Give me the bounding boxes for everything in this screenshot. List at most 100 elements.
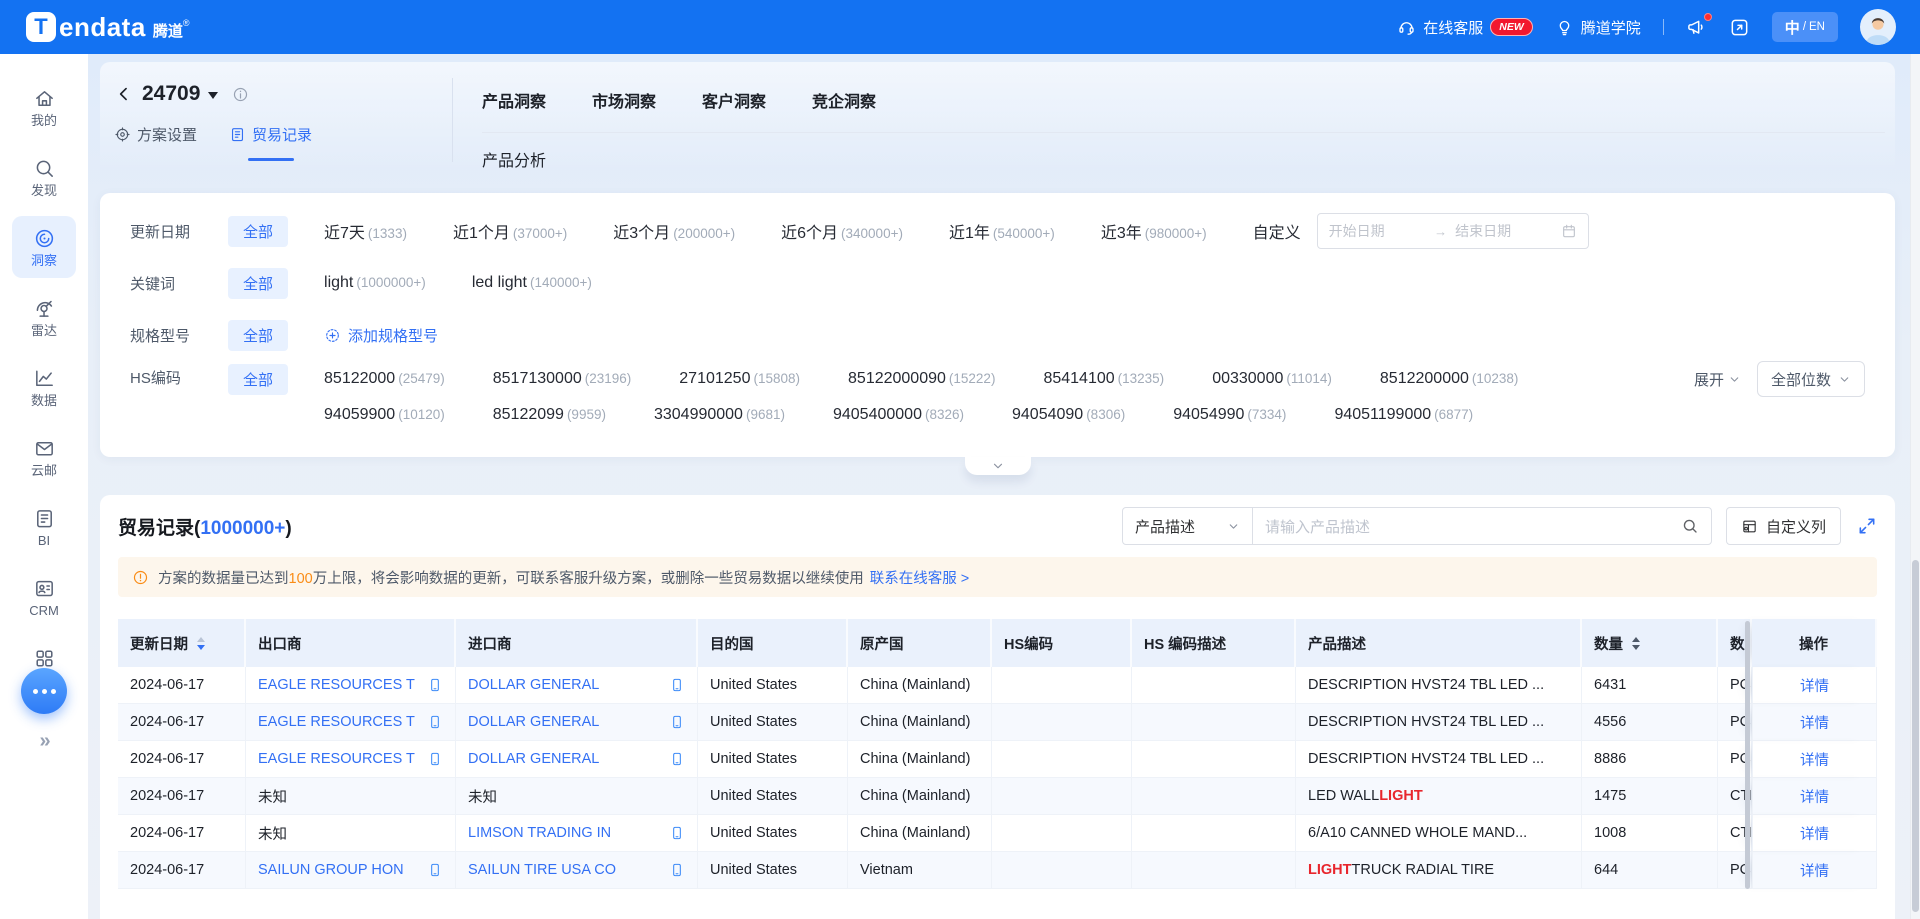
chat-bubble-button[interactable]	[21, 668, 67, 714]
table-scrollbar[interactable]	[1745, 621, 1750, 889]
update-date-option-2[interactable]: 近1个月(37000+)	[453, 219, 567, 243]
cell-importer-link[interactable]: DOLLAR GENERAL	[468, 677, 599, 693]
column-header-1[interactable]: 更新日期	[118, 619, 246, 667]
chevron-down-icon	[1728, 373, 1741, 386]
detail-link[interactable]: 详情	[1800, 786, 1829, 807]
hs-code-option-4[interactable]: 85122000090(15222)	[848, 370, 995, 388]
cell-exporter-link[interactable]: EAGLE RESOURCES T	[258, 751, 415, 767]
cell-date: 2024-06-17	[118, 667, 246, 704]
cell-origin: China (Mainland)	[848, 704, 992, 741]
announcements-button[interactable]	[1686, 17, 1707, 38]
detail-link[interactable]: 详情	[1800, 712, 1829, 733]
custom-columns-button[interactable]: 自定义列	[1726, 507, 1841, 545]
hs-code-option-3[interactable]: 27101250(15808)	[679, 370, 800, 388]
fullscreen-button[interactable]	[1729, 17, 1750, 38]
cell-importer-link[interactable]: DOLLAR GENERAL	[468, 714, 599, 730]
tab-product-analysis[interactable]: 产品分析	[482, 133, 546, 171]
keyword-option-1[interactable]: light(1000000+)	[324, 274, 426, 292]
hs-code-option-7[interactable]: 8512200000(10238)	[1380, 370, 1519, 388]
column-header-11: 操作	[1752, 619, 1877, 667]
search-type-select[interactable]: 产品描述	[1123, 508, 1253, 544]
cell-destination: United States	[698, 667, 848, 704]
hs-code-option-b-7[interactable]: 94051199000(6877)	[1334, 406, 1473, 424]
sidebar-item-crm[interactable]: CRM	[12, 566, 76, 628]
back-button[interactable]	[114, 84, 134, 104]
filter-panel: 更新日期 全部 近7天(1333)近1个月(37000+)近3个月(200000…	[100, 193, 1895, 457]
hs-all-chip[interactable]: 全部	[228, 364, 288, 395]
tab-product-insight[interactable]: 产品洞察	[482, 88, 546, 112]
language-switch[interactable]: 中 / EN	[1772, 12, 1838, 42]
contact-phone-icon	[427, 751, 443, 767]
hs-code-option-b-5[interactable]: 94054090(8306)	[1012, 406, 1125, 424]
cell-importer-link[interactable]: LIMSON TRADING IN	[468, 825, 611, 841]
end-date-placeholder: 结束日期	[1455, 221, 1553, 241]
tab-competitor-insight[interactable]: 竞企洞察	[812, 88, 876, 112]
search-icon[interactable]	[1681, 517, 1699, 535]
detail-link[interactable]: 详情	[1800, 675, 1829, 696]
digits-select[interactable]: 全部位数	[1757, 361, 1865, 397]
tab-market-insight[interactable]: 市场洞察	[592, 88, 656, 112]
date-range-input[interactable]: 开始日期 → 结束日期	[1317, 213, 1589, 249]
sort-control[interactable]	[1632, 637, 1640, 650]
hs-code-option-5[interactable]: 85414100(13235)	[1043, 370, 1164, 388]
scrollbar-thumb[interactable]	[1912, 560, 1919, 912]
hs-code-option-2[interactable]: 8517130000(23196)	[493, 370, 632, 388]
update-date-option-6[interactable]: 近3年(980000+)	[1101, 219, 1207, 243]
avatar[interactable]	[1860, 9, 1896, 45]
subtab-trade-records[interactable]: 贸易记录	[229, 124, 312, 161]
academy-button[interactable]: 腾道学院	[1555, 17, 1641, 38]
detail-link[interactable]: 详情	[1800, 823, 1829, 844]
keyword-option-2[interactable]: led light(140000+)	[472, 274, 592, 292]
update-date-option-3[interactable]: 近3个月(200000+)	[613, 219, 735, 243]
hs-code-option-1[interactable]: 85122000(25479)	[324, 370, 445, 388]
collapse-filters-button[interactable]	[965, 457, 1031, 475]
hs-code-option-b-6[interactable]: 94054990(7334)	[1173, 406, 1286, 424]
expand-table-button[interactable]	[1857, 516, 1877, 536]
update-date-all-chip[interactable]: 全部	[228, 216, 288, 247]
keyword-all-chip[interactable]: 全部	[228, 268, 288, 299]
sidebar-item-insight[interactable]: 洞察	[12, 216, 76, 278]
plan-title[interactable]: 24709	[142, 82, 200, 106]
hs-code-option-b-4[interactable]: 9405400000(8326)	[833, 406, 964, 424]
contact-service-link[interactable]: 联系在线客服 >	[870, 567, 970, 588]
sidebar-item-cloudmail[interactable]: 云邮	[12, 426, 76, 488]
hs-code-option-b-1[interactable]: 94059900(10120)	[324, 406, 445, 424]
cell-hs-code	[992, 778, 1132, 815]
sidebar-item-radar[interactable]: 雷达	[12, 286, 76, 348]
cell-hs-desc	[1132, 741, 1296, 778]
update-date-option-1[interactable]: 近7天(1333)	[324, 219, 407, 243]
tab-customer-insight[interactable]: 客户洞察	[702, 88, 766, 112]
brand-logo[interactable]: T endata 腾道 ®	[26, 12, 189, 43]
add-spec-button[interactable]: 添加规格型号	[324, 325, 438, 346]
info-icon[interactable]	[232, 86, 249, 103]
sort-control[interactable]	[197, 637, 205, 650]
cell-importer-link[interactable]: DOLLAR GENERAL	[468, 751, 599, 767]
sidebar-item-data[interactable]: 数据	[12, 356, 76, 418]
chevron-down-icon[interactable]	[208, 92, 218, 104]
sidebar-collapse-button[interactable]: »	[0, 730, 88, 753]
detail-link[interactable]: 详情	[1800, 860, 1829, 881]
sidebar-item-mine[interactable]: 我的	[12, 76, 76, 138]
quota-highlight: 100	[289, 571, 313, 587]
custom-date-option[interactable]: 自定义	[1253, 219, 1301, 243]
hs-code-option-6[interactable]: 00330000(11014)	[1212, 370, 1332, 388]
sidebar-item-discover[interactable]: 发现	[12, 146, 76, 208]
cell-exporter-link[interactable]: SAILUN GROUP HON	[258, 862, 404, 878]
subtab-plan-settings[interactable]: 方案设置	[114, 124, 197, 161]
hs-code-option-b-3[interactable]: 3304990000(9681)	[654, 406, 785, 424]
update-date-option-5[interactable]: 近1年(540000+)	[949, 219, 1055, 243]
cell-exporter-link[interactable]: EAGLE RESOURCES T	[258, 677, 415, 693]
detail-link[interactable]: 详情	[1800, 749, 1829, 770]
update-date-option-4[interactable]: 近6个月(340000+)	[781, 219, 903, 243]
header-divider	[452, 78, 453, 162]
spec-all-chip[interactable]: 全部	[228, 320, 288, 351]
hs-code-option-b-2[interactable]: 85122099(9959)	[493, 406, 606, 424]
online-service-button[interactable]: 在线客服 NEW	[1397, 17, 1533, 38]
sidebar-item-bi[interactable]: BI	[12, 496, 76, 558]
column-header-9[interactable]: 数量	[1582, 619, 1718, 667]
expand-toggle[interactable]: 展开	[1694, 369, 1741, 390]
cell-importer-link[interactable]: SAILUN TIRE USA CO	[468, 862, 616, 878]
cell-exporter-link[interactable]: EAGLE RESOURCES T	[258, 714, 415, 730]
search-input[interactable]: 请输入产品描述	[1253, 508, 1711, 544]
trade-records-table: 更新日期出口商进口商目的国原产国HS编码HS 编码描述产品描述数量数量单位操作 …	[118, 619, 1877, 889]
